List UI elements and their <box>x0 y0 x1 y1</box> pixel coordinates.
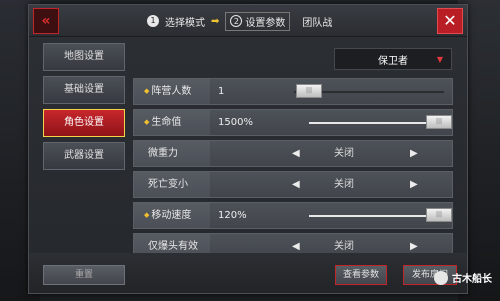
step-2-current: 2 设置参数 <box>225 11 291 31</box>
close-button[interactable]: ✕ <box>437 8 463 34</box>
step-1-number: 1 <box>147 15 159 27</box>
nav-item-basic-settings[interactable]: 基础设置 <box>43 76 125 104</box>
panel-header: « 1 选择模式 ➡ 2 设置参数 团队战 ✕ <box>29 5 467 37</box>
settings-list: ◆ 阵营人数 1 ||| ◆ 生命值 1500% ||| 微重力 ◀ 关闭 ▶ 死亡… <box>133 78 453 264</box>
slider-knob[interactable]: ||| <box>426 115 452 129</box>
setting-label: ◆ 生命值 <box>134 110 210 135</box>
arrow-right-icon: ➡ <box>211 15 220 27</box>
dot-icon: ◆ <box>144 87 150 95</box>
setting-label: ◆ 移动速度 <box>134 203 210 228</box>
setting-row-shrink-on-death: 死亡变小 ◀ 关闭 ▶ <box>133 171 453 198</box>
reset-button[interactable]: 重置 <box>43 265 125 285</box>
slider-knob[interactable]: ||| <box>426 208 452 222</box>
nav-item-character-settings[interactable]: 角色设置 <box>43 109 125 137</box>
setting-label: 微重力 <box>134 141 210 166</box>
setting-label: ◆ 阵营人数 <box>134 79 210 104</box>
dot-icon: ◆ <box>144 211 150 219</box>
step-indicator: 1 选择模式 ➡ 2 设置参数 团队战 <box>147 11 333 31</box>
setting-row-team-size: ◆ 阵营人数 1 ||| <box>133 78 453 105</box>
double-chevron-left-icon: « <box>41 13 51 29</box>
step-1-label: 选择模式 <box>165 17 205 29</box>
setting-row-health: ◆ 生命值 1500% ||| <box>133 109 453 136</box>
panel-footer: 重置 查看参数 发布房间 <box>29 253 467 293</box>
view-params-button[interactable]: 查看参数 <box>335 265 387 285</box>
caret-down-icon: ▼ <box>436 54 443 64</box>
setting-value: 1 <box>218 86 225 97</box>
arrow-right-button[interactable]: ▶ <box>410 172 418 197</box>
nav-item-map-settings[interactable]: 地图设置 <box>43 43 125 71</box>
arrow-right-button[interactable]: ▶ <box>410 141 418 166</box>
mode-title: 团队战 <box>302 17 333 29</box>
setting-value: 关闭 <box>334 179 354 190</box>
close-x-icon: ✕ <box>443 11 457 30</box>
slider-fill[interactable] <box>309 215 439 217</box>
slider-fill[interactable] <box>309 122 439 124</box>
nav-item-weapon-settings[interactable]: 武器设置 <box>43 142 125 170</box>
watermark: 古木船长 <box>434 270 492 285</box>
setting-label: 死亡变小 <box>134 172 210 197</box>
settings-nav: 地图设置 基础设置 角色设置 武器设置 <box>43 43 125 175</box>
step-2-number: 2 <box>230 15 243 27</box>
dot-icon: ◆ <box>144 118 150 126</box>
arrow-left-button[interactable]: ◀ <box>292 141 300 166</box>
setting-value: 1500% <box>218 117 253 128</box>
back-button[interactable]: « <box>33 8 59 34</box>
setting-value: 关闭 <box>334 148 354 159</box>
watermark-logo-icon <box>434 270 448 285</box>
setting-row-low-gravity: 微重力 ◀ 关闭 ▶ <box>133 140 453 167</box>
watermark-text: 古木船长 <box>452 274 492 285</box>
team-select-dropdown[interactable]: 保卫者 ▼ <box>334 48 452 70</box>
setting-row-move-speed: ◆ 移动速度 120% ||| <box>133 202 453 229</box>
slider-knob[interactable]: ||| <box>296 84 322 98</box>
arrow-left-button[interactable]: ◀ <box>292 172 300 197</box>
room-settings-panel: « 1 选择模式 ➡ 2 设置参数 团队战 ✕ 地图设置 基础设置 角色设置 武… <box>28 4 468 294</box>
team-select-value: 保卫者 <box>378 55 408 67</box>
step-2-label: 设置参数 <box>245 17 286 29</box>
setting-value: 120% <box>218 210 247 221</box>
